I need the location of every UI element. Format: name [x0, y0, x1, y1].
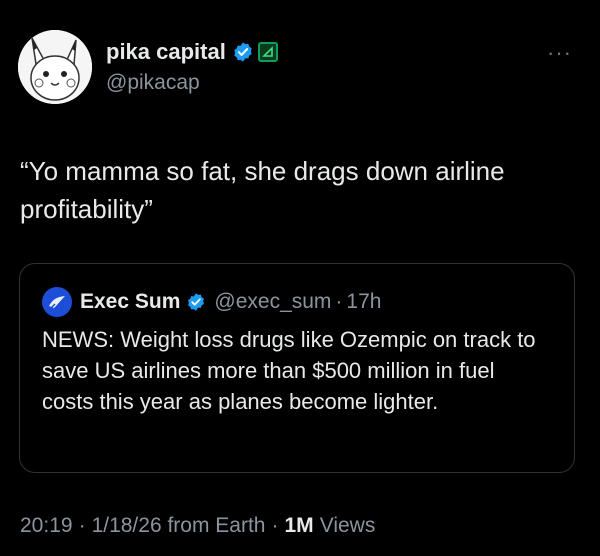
avatar[interactable] [18, 30, 92, 104]
meta-separator: · [271, 514, 279, 537]
tweet-header: pika capital @pikacap [18, 30, 278, 104]
author-display-name[interactable]: pika capital [106, 39, 226, 65]
exec-sum-logo-icon [49, 296, 65, 309]
affiliate-badge-icon[interactable] [257, 42, 278, 62]
views-count: 1M [284, 514, 314, 537]
tweet-meta: 20:19 · 1/18/26 from Earth · 1M Views [20, 514, 375, 538]
quoted-avatar[interactable] [42, 287, 72, 317]
pikachu-avatar-icon [18, 30, 92, 104]
tweet-time[interactable]: 20:19 [20, 514, 73, 538]
tweet-date[interactable]: 1/18/26 from Earth [92, 514, 266, 538]
quoted-display-name[interactable]: Exec Sum [80, 290, 180, 314]
quoted-handle[interactable]: @exec_sum [214, 290, 331, 314]
author-handle[interactable]: @pikacap [106, 71, 278, 95]
verified-badge-icon [188, 293, 205, 311]
more-horizontal-icon[interactable]: ··· [547, 40, 572, 66]
views-label[interactable]: Views [320, 514, 376, 538]
quoted-tweet[interactable]: Exec Sum @exec_sum · 17h NEWS: Weight lo… [19, 263, 575, 473]
quoted-separator: · [335, 290, 343, 313]
quoted-tweet-text: NEWS: Weight loss drugs like Ozempic on … [42, 327, 536, 414]
tweet-text: “Yo mamma so fat, she drags down airline… [20, 156, 505, 224]
meta-separator: · [78, 514, 86, 537]
verified-badge-icon [234, 42, 252, 62]
quoted-timestamp[interactable]: 17h [346, 290, 381, 314]
